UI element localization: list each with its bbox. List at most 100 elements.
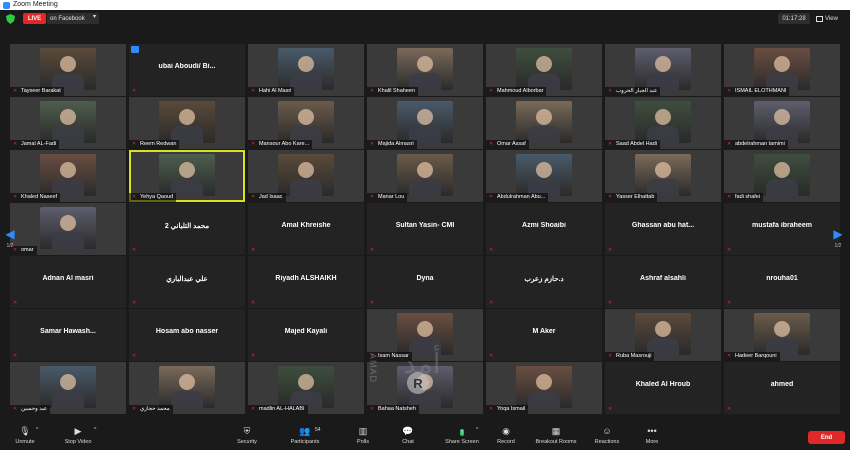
more-dots-icon: ••• bbox=[647, 426, 657, 436]
participant-tile[interactable]: Jamal AL-Fadi bbox=[10, 97, 126, 149]
participant-tile[interactable]: Yasser Elhattab bbox=[605, 150, 721, 202]
share-screen-label: Share Screen bbox=[445, 439, 479, 445]
participant-tile[interactable]: د.حازم زعرب bbox=[486, 256, 602, 308]
participant-tile[interactable]: Tayseer Barakat bbox=[10, 44, 126, 96]
participant-tile[interactable]: Riyadh ALSHAIKH bbox=[248, 256, 364, 308]
muted-mic-icon bbox=[727, 195, 733, 200]
chat-button[interactable]: 💬 Chat bbox=[395, 426, 421, 448]
chevron-down-icon: ▾ bbox=[92, 14, 96, 20]
participant-tile[interactable]: Omar Assaf bbox=[486, 97, 602, 149]
participant-tile[interactable]: Majida Almasri bbox=[367, 97, 483, 149]
participant-silhouette bbox=[179, 162, 195, 178]
participant-tile[interactable]: madlin AL-HALABI bbox=[248, 362, 364, 414]
participant-body bbox=[409, 338, 441, 355]
participant-name: Mahmoud Alborbar bbox=[486, 87, 547, 96]
participant-tile[interactable]: Hosam abo nasser bbox=[129, 309, 245, 361]
participant-tile[interactable]: ahmed bbox=[724, 362, 840, 414]
participant-tile[interactable]: Saad Abdel Hadi bbox=[605, 97, 721, 149]
participant-tile[interactable]: Ghassan abu hat... bbox=[605, 203, 721, 255]
share-screen-button[interactable]: ↑ Share Screen ^ bbox=[442, 426, 482, 448]
muted-mic-icon bbox=[13, 301, 19, 306]
participants-button[interactable]: 👥 Participants 54 bbox=[285, 426, 325, 448]
participant-tile[interactable]: Manar Lou bbox=[367, 150, 483, 202]
record-button[interactable]: ◉ Record bbox=[492, 426, 520, 448]
participant-tile[interactable]: Mahmoud Alborbar bbox=[486, 44, 602, 96]
participant-tile[interactable]: Azmi Shoaibi bbox=[486, 203, 602, 255]
participant-tile[interactable]: محمد التلباني 2 bbox=[129, 203, 245, 255]
muted-mic-icon bbox=[13, 354, 19, 359]
security-button[interactable]: ⛨ Security bbox=[230, 426, 264, 448]
view-label: View bbox=[825, 15, 838, 22]
participant-silhouette bbox=[179, 374, 195, 390]
participant-silhouette bbox=[774, 321, 790, 337]
participant-tile[interactable]: Hadeer Barqouni bbox=[724, 309, 840, 361]
record-label: Record bbox=[497, 439, 515, 445]
participant-tile[interactable]: M Aker bbox=[486, 309, 602, 361]
participant-silhouette bbox=[774, 109, 790, 125]
participant-tile[interactable]: Khalil Shaheen bbox=[367, 44, 483, 96]
stop-video-button[interactable]: ▶ Stop Video ^ bbox=[58, 426, 98, 448]
participant-tile[interactable]: Mansour Abo Kare... bbox=[248, 97, 364, 149]
muted-mic-icon bbox=[370, 301, 376, 306]
participant-tile[interactable]: علي عبدالباري bbox=[129, 256, 245, 308]
caret-up-icon[interactable]: ^ bbox=[94, 427, 96, 433]
participant-tile[interactable]: Amal Khreishe bbox=[248, 203, 364, 255]
participant-tile[interactable]: Dyna bbox=[367, 256, 483, 308]
participant-tile[interactable]: omar bbox=[10, 203, 126, 255]
prev-page-button[interactable]: ◀ 1/2 bbox=[2, 218, 18, 258]
more-button[interactable]: ••• More bbox=[640, 426, 664, 448]
breakout-rooms-button[interactable]: ▦ Breakout Rooms bbox=[530, 426, 582, 448]
participant-name: Sultan Yasin- CMI bbox=[395, 222, 455, 229]
live-badge[interactable]: LIVE bbox=[23, 13, 46, 24]
participant-tile[interactable]: Isam Nassar bbox=[367, 309, 483, 361]
muted-mic-icon bbox=[727, 301, 733, 306]
participant-tile[interactable]: Hahi Al Masri bbox=[248, 44, 364, 96]
participant-tile[interactable]: Jad Isaac bbox=[248, 150, 364, 202]
participant-tile[interactable]: ubai Aboudi/ Bi... bbox=[129, 44, 245, 96]
participant-tile[interactable]: Ashraf alsahli bbox=[605, 256, 721, 308]
muted-mic-icon bbox=[489, 142, 495, 147]
participant-tile[interactable]: Yoqa Ismail bbox=[486, 362, 602, 414]
participant-tile[interactable]: ISMAIL ELOTHMANI bbox=[724, 44, 840, 96]
participant-tile[interactable]: محمد حجازي bbox=[129, 362, 245, 414]
muted-mic-icon bbox=[251, 301, 257, 306]
muted-mic-icon bbox=[13, 195, 19, 200]
participant-body bbox=[409, 179, 441, 196]
participant-tile[interactable]: Adnan Al masri bbox=[10, 256, 126, 308]
polls-button[interactable]: ▥ Polls bbox=[350, 426, 376, 448]
next-page-button[interactable]: ▶ 1/2 bbox=[830, 218, 846, 258]
participant-tile[interactable]: Yehya Qaoud bbox=[129, 150, 245, 202]
participant-tile[interactable]: Majed Kayali bbox=[248, 309, 364, 361]
participant-name: Dyna bbox=[416, 275, 434, 282]
participant-tile[interactable]: Khaled Al Hroub bbox=[605, 362, 721, 414]
unmute-button[interactable]: 🎙 Unmute ^ bbox=[10, 426, 40, 448]
participant-tile[interactable]: Abdulrahman Abu... bbox=[486, 150, 602, 202]
participant-silhouette bbox=[536, 374, 552, 390]
caret-up-icon[interactable]: ^ bbox=[476, 427, 478, 433]
chat-label: Chat bbox=[402, 439, 414, 445]
muted-mic-icon bbox=[132, 248, 138, 253]
left-arrow-icon: ◀ bbox=[5, 227, 15, 241]
end-meeting-button[interactable]: End bbox=[808, 431, 845, 444]
muted-mic-icon bbox=[727, 248, 733, 253]
participant-tile[interactable]: fadi shafei bbox=[724, 150, 840, 202]
participant-tile[interactable]: Sultan Yasin- CMI bbox=[367, 203, 483, 255]
participant-tile[interactable]: abdelrahman tamimi bbox=[724, 97, 840, 149]
view-button[interactable]: View bbox=[816, 13, 846, 24]
reactions-button[interactable]: ☺ Reactions bbox=[590, 426, 624, 448]
participant-tile[interactable]: Ruba Masrouji bbox=[605, 309, 721, 361]
live-platform-dropdown[interactable]: on Facebook ▾ bbox=[47, 13, 99, 24]
participant-tile[interactable]: عبد الجبار الحروب bbox=[605, 44, 721, 96]
muted-mic-icon bbox=[370, 195, 376, 200]
muted-mic-icon bbox=[370, 354, 376, 359]
encryption-shield-icon[interactable] bbox=[6, 14, 15, 24]
polls-label: Polls bbox=[357, 439, 369, 445]
participant-tile[interactable]: Samar Hawash... bbox=[10, 309, 126, 361]
caret-up-icon[interactable]: ^ bbox=[36, 427, 38, 433]
participant-tile[interactable]: Reem Redwan bbox=[129, 97, 245, 149]
participant-tile[interactable]: عبد وحسين bbox=[10, 362, 126, 414]
participant-tile[interactable]: mustafa ibraheem bbox=[724, 203, 840, 255]
participant-tile[interactable]: Khaled Naseef bbox=[10, 150, 126, 202]
participant-tile[interactable]: nrouha01 bbox=[724, 256, 840, 308]
participant-tile[interactable]: Bahaa Natsheh bbox=[367, 362, 483, 414]
